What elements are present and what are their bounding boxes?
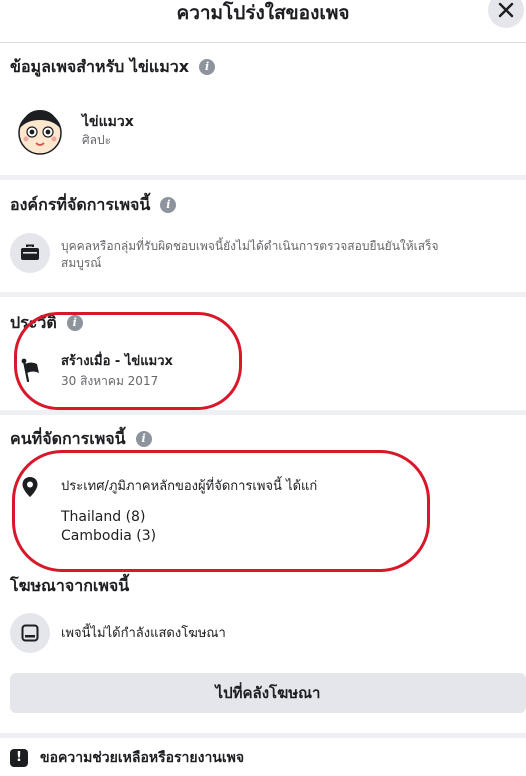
briefcase-icon-container xyxy=(10,233,50,273)
report-page-label: ขอความช่วยเหลือหรือรายงานเพจ xyxy=(40,750,245,766)
section-divider xyxy=(0,733,526,738)
briefcase-icon xyxy=(21,244,39,260)
location-pin-icon xyxy=(21,476,39,498)
info-icon[interactable]: i xyxy=(135,431,152,447)
ads-section-title: โฆษณาจากเพจนี้ xyxy=(10,575,129,597)
monitor-icon xyxy=(21,624,39,642)
section-divider xyxy=(0,292,526,297)
dialog-title: ความโปร่งใสของเพจ xyxy=(176,2,350,24)
organizations-section-title: องค์กรที่จัดการเพจนี้ i xyxy=(10,194,177,216)
monitor-icon-container xyxy=(10,613,50,653)
alert-icon: ! xyxy=(10,749,28,767)
flag-icon xyxy=(20,357,42,383)
organizations-description-line2: สมบูรณ์ xyxy=(61,256,102,270)
page-category: ศิลปะ xyxy=(82,133,112,147)
managers-title: คนที่จัดการเพจนี้ xyxy=(10,429,126,448)
organizations-title: องค์กรที่จัดการเพจนี้ xyxy=(10,195,151,214)
manager-country-thailand: Thailand (8) xyxy=(61,509,146,525)
organizations-description-line1: บุคคลหรือกลุ่มที่รับผิดชอบเพจนี้ยังไม่ได… xyxy=(61,239,439,253)
page-name[interactable]: ไข่แมวx xyxy=(82,113,134,131)
dialog-header: ความโปร่งใสของเพจ xyxy=(0,0,526,43)
history-section-title: ประวัติ i xyxy=(10,312,83,334)
history-created-event: สร้างเมื่อ - ไข่แมวx xyxy=(61,354,173,369)
manager-country-cambodia: Cambodia (3) xyxy=(61,528,157,544)
page-info-title: ข้อมูลเพจสำหรับ ไข่แมวx xyxy=(10,57,190,76)
ads-title: โฆษณาจากเพจนี้ xyxy=(10,576,130,595)
section-divider xyxy=(0,175,526,180)
history-title: ประวัติ xyxy=(10,313,57,332)
section-divider xyxy=(0,410,526,415)
page-info-section-title: ข้อมูลเพจสำหรับ ไข่แมวx i xyxy=(10,56,216,78)
managers-section-title: คนที่จัดการเพจนี้ i xyxy=(10,428,152,450)
info-icon[interactable]: i xyxy=(199,59,216,75)
ads-status: เพจนี้ไม่ได้กำลังแสดงโฆษณา xyxy=(61,626,226,641)
report-page-row[interactable]: ! ขอความช่วยเหลือหรือรายงานเพจ xyxy=(10,744,244,772)
info-icon[interactable]: i xyxy=(160,197,177,213)
info-icon[interactable]: i xyxy=(66,315,83,331)
page-avatar xyxy=(15,106,65,156)
go-to-ad-library-button[interactable]: ไปที่คลังโฆษณา xyxy=(10,673,526,713)
close-icon xyxy=(498,2,514,18)
history-created-date: 30 สิงหาคม 2017 xyxy=(61,374,159,388)
managers-location-label: ประเทศ/ภูมิภาคหลักของผู้ที่จัดการเพจนี้ … xyxy=(61,479,318,494)
